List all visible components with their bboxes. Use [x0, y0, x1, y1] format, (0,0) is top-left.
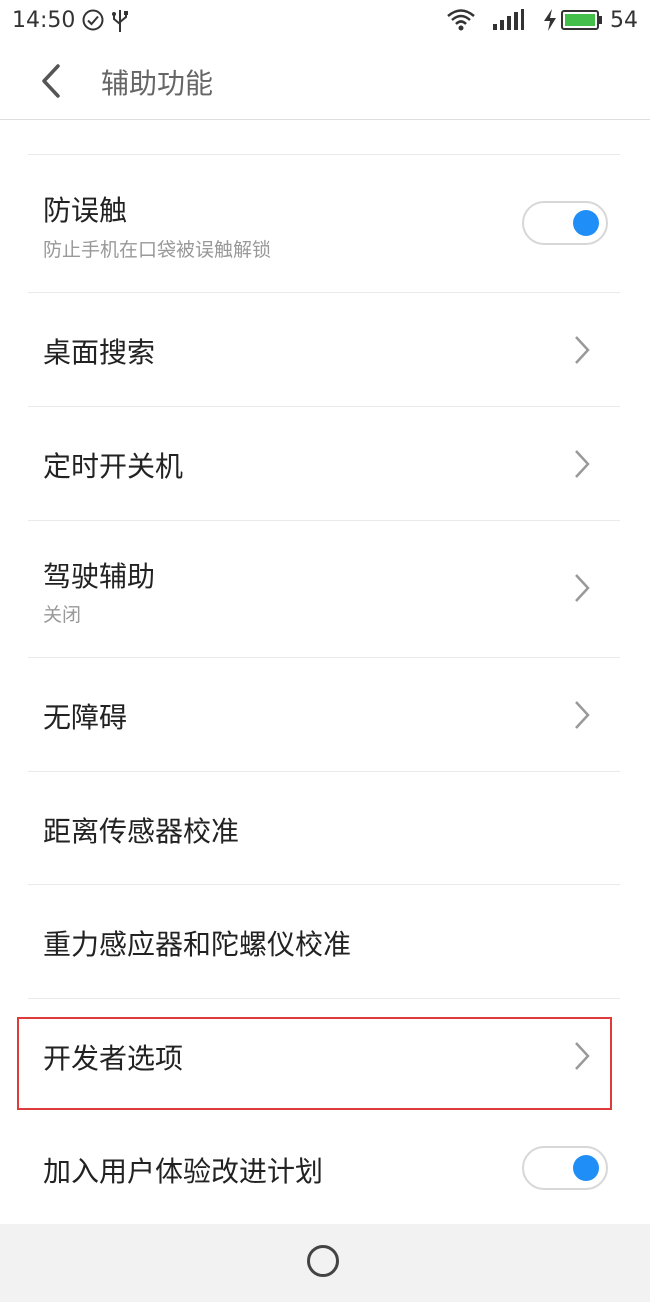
- ux-program-toggle[interactable]: [522, 1146, 608, 1190]
- battery-level: 54: [610, 8, 638, 33]
- battery-icon: [561, 10, 602, 30]
- setting-title: 防误触: [43, 194, 128, 227]
- signal-icon: [493, 9, 524, 30]
- charging-icon: [544, 9, 556, 31]
- setting-row-anti-mistouch[interactable]: 防误触 防止手机在口袋被误触解锁: [0, 155, 650, 293]
- chevron-right-icon: [575, 336, 590, 364]
- back-button[interactable]: [36, 62, 66, 100]
- wifi-icon: [447, 9, 475, 31]
- setting-title: 重力感应器和陀螺仪校准: [43, 928, 352, 961]
- chevron-right-icon: [575, 701, 590, 729]
- setting-title: 驾驶辅助: [43, 560, 156, 593]
- setting-row-scheduled-power[interactable]: 定时开关机: [0, 407, 650, 521]
- header: 辅助功能: [0, 42, 650, 120]
- setting-subtitle: 防止手机在口袋被误触解锁: [43, 239, 272, 261]
- highlight-box: [17, 1017, 612, 1110]
- setting-row-driving-assist[interactable]: 驾驶辅助 关闭: [0, 521, 650, 658]
- bottom-nav-bar: [0, 1224, 650, 1302]
- toggle-knob: [573, 1155, 599, 1181]
- setting-title: 定时开关机: [43, 450, 184, 483]
- setting-row-desktop-search[interactable]: 桌面搜索: [0, 293, 650, 407]
- setting-title: 无障碍: [43, 701, 128, 734]
- setting-subtitle: 关闭: [43, 604, 82, 626]
- home-circle-icon[interactable]: [307, 1245, 339, 1277]
- toggle-knob: [573, 210, 599, 236]
- status-bar: 14:50 54: [0, 0, 650, 42]
- chevron-left-icon: [42, 64, 60, 98]
- setting-title: 距离传感器校准: [43, 815, 240, 848]
- setting-title: 桌面搜索: [43, 336, 156, 369]
- status-time: 14:50: [12, 8, 76, 33]
- setting-row-proximity-calibration[interactable]: 距离传感器校准: [0, 772, 650, 885]
- check-circle-icon: [82, 9, 104, 31]
- setting-title: 加入用户体验改进计划: [43, 1155, 324, 1188]
- anti-mistouch-toggle[interactable]: [522, 201, 608, 245]
- setting-row-gyro-calibration[interactable]: 重力感应器和陀螺仪校准: [0, 885, 650, 999]
- chevron-right-icon: [575, 574, 590, 602]
- chevron-right-icon: [575, 450, 590, 478]
- setting-row-accessibility[interactable]: 无障碍: [0, 658, 650, 772]
- setting-row-ux-program[interactable]: 加入用户体验改进计划: [0, 1112, 650, 1224]
- usb-icon: [112, 10, 128, 32]
- page-title: 辅助功能: [101, 67, 214, 100]
